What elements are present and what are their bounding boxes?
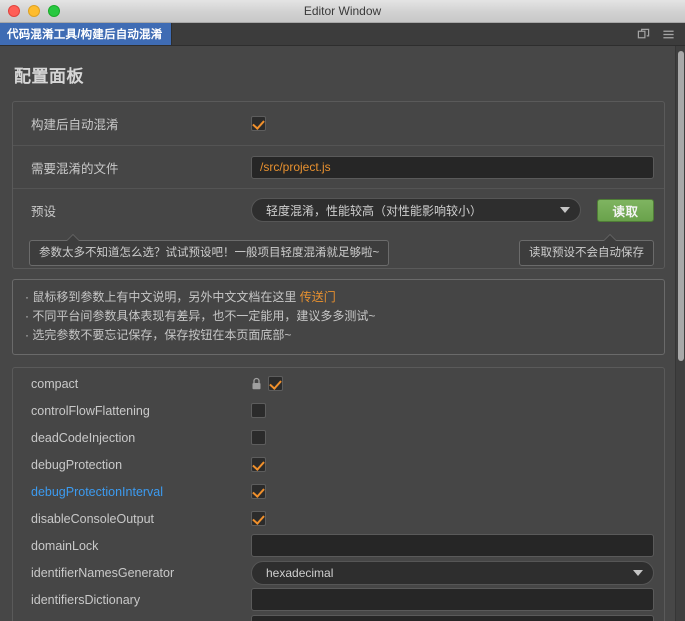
target-file-input[interactable]: /src/project.js	[251, 155, 654, 179]
property-checkbox[interactable]	[251, 484, 266, 500]
property-row-debugprotectioninterval: debugProtectionInterval	[13, 478, 664, 505]
property-row-disableconsoleoutput: disableConsoleOutput	[13, 505, 664, 532]
row-field: 轻度混淆，性能较高（对性能影响较小） 读取	[251, 198, 654, 222]
window-titlebar: Editor Window	[0, 0, 685, 23]
identifiernamesgenerator-dropdown[interactable]: hexadecimal	[251, 560, 654, 585]
preset-dropdown[interactable]: 轻度混淆，性能较高（对性能影响较小）	[251, 198, 581, 222]
tab-bar: 代码混淆工具/构建后自动混淆	[0, 23, 685, 46]
property-checkbox[interactable]	[251, 430, 266, 446]
property-field	[251, 484, 654, 500]
note-text: 选完参数不要忘记保存，保存按钮在本页面底部~	[32, 328, 292, 343]
row-field	[251, 116, 654, 131]
tooltip-no-autosave: 读取预设不会自动保存	[519, 233, 654, 267]
settings-scroll-pane: 配置面板 构建后自动混淆 需要混淆的文件 /src/project.js 预设	[0, 46, 675, 621]
chevron-down-icon	[633, 569, 643, 576]
tab-bar-spacer	[172, 23, 638, 45]
note-line: · 选完参数不要忘记保存，保存按钮在本页面底部~	[25, 326, 652, 345]
load-preset-button[interactable]: 读取	[597, 198, 654, 222]
property-field	[251, 534, 654, 558]
scrollbar-thumb[interactable]	[678, 51, 684, 361]
property-name[interactable]: identifierNamesGenerator	[31, 566, 251, 580]
lock-icon	[251, 377, 262, 390]
property-row-identifiersprefix: identifiersPrefix	[13, 613, 664, 621]
dropdown-value: hexadecimal	[266, 565, 334, 580]
properties-list: compact controlFlowFlattening deadCodeIn…	[12, 367, 665, 621]
content-area: 配置面板 构建后自动混淆 需要混淆的文件 /src/project.js 预设	[0, 46, 685, 621]
restore-window-icon[interactable]	[637, 28, 650, 41]
tab-bar-actions	[637, 23, 685, 45]
note-line: · 鼠标移到参数上有中文说明，另外中文文档在这里 传送门	[25, 288, 652, 307]
property-checkbox[interactable]	[251, 403, 266, 419]
property-field	[251, 457, 654, 473]
row-target-file: 需要混淆的文件 /src/project.js	[13, 145, 664, 188]
property-name[interactable]: debugProtection	[31, 458, 251, 472]
window-title: Editor Window	[303, 3, 382, 18]
property-row-compact: compact	[13, 370, 664, 397]
property-name[interactable]: identifiersDictionary	[31, 593, 251, 607]
hamburger-menu-icon[interactable]	[662, 28, 675, 41]
property-checkbox[interactable]	[268, 376, 283, 392]
property-name[interactable]: deadCodeInjection	[31, 431, 251, 445]
row-field: /src/project.js	[251, 155, 654, 179]
property-name[interactable]: domainLock	[31, 539, 251, 553]
property-row-deadcodeinjection: deadCodeInjection	[13, 424, 664, 451]
property-field	[251, 615, 654, 621]
maximize-window-icon[interactable]	[48, 5, 60, 17]
page-title: 配置面板	[14, 67, 84, 86]
config-group: 构建后自动混淆 需要混淆的文件 /src/project.js 预设 轻度混淆，…	[12, 101, 665, 270]
row-label: 预设	[31, 204, 57, 219]
vertical-scrollbar[interactable]	[675, 46, 685, 621]
domainlock-input[interactable]	[251, 534, 654, 558]
close-window-icon[interactable]	[8, 5, 20, 17]
identifiersprefix-input[interactable]	[251, 615, 654, 621]
property-field	[251, 403, 654, 419]
tooltip-preset-hint: 参数太多不知道怎么选？试试预设吧！一般项目轻度混淆就足够啦~	[29, 233, 390, 267]
docs-link[interactable]: 传送门	[300, 290, 336, 304]
property-name[interactable]: compact	[31, 377, 251, 391]
property-checkbox[interactable]	[251, 457, 266, 473]
property-row-domainlock: domainLock	[13, 532, 664, 559]
tab-obfuscator-tool[interactable]: 代码混淆工具/构建后自动混淆	[0, 23, 172, 45]
auto-obfuscate-checkbox[interactable]	[251, 116, 266, 131]
minimize-window-icon[interactable]	[28, 5, 40, 17]
property-row-debugprotection: debugProtection	[13, 451, 664, 478]
preset-dropdown-value: 轻度混淆，性能较高（对性能影响较小）	[266, 203, 483, 218]
property-field	[251, 511, 654, 527]
identifiersdictionary-input[interactable]	[251, 588, 654, 612]
chevron-down-icon	[560, 207, 570, 213]
property-row-identifiersdictionary: identifiersDictionary	[13, 586, 664, 613]
preset-tooltips: 参数太多不知道怎么选？试试预设吧！一般项目轻度混淆就足够啦~ 读取预设不会自动保…	[13, 231, 664, 268]
row-label: 需要混淆的文件	[31, 161, 119, 176]
property-field	[251, 430, 654, 446]
property-field	[251, 376, 654, 392]
row-auto-obfuscate: 构建后自动混淆	[13, 102, 664, 145]
row-preset: 预设 轻度混淆，性能较高（对性能影响较小） 读取	[13, 188, 664, 231]
traffic-light-group	[0, 5, 60, 17]
property-name[interactable]: debugProtectionInterval	[31, 485, 251, 499]
note-line: · 不同平台间参数具体表现有差异，也不一定能用，建议多多测试~	[25, 307, 652, 326]
property-field: hexadecimal	[251, 560, 654, 585]
row-label: 构建后自动混淆	[31, 118, 119, 132]
property-name[interactable]: disableConsoleOutput	[31, 512, 251, 526]
note-text: 不同平台间参数具体表现有差异，也不一定能用，建议多多测试~	[32, 309, 376, 324]
notes-box: · 鼠标移到参数上有中文说明，另外中文文档在这里 传送门 · 不同平台间参数具体…	[12, 279, 665, 356]
note-text: 鼠标移到参数上有中文说明，另外中文文档在这里	[32, 290, 300, 305]
property-field	[251, 588, 654, 612]
property-row-controlflowflattening: controlFlowFlattening	[13, 397, 664, 424]
property-name[interactable]: controlFlowFlattening	[31, 404, 251, 418]
property-row-identifiernamesgenerator: identifierNamesGenerator hexadecimal	[13, 559, 664, 586]
property-checkbox[interactable]	[251, 511, 266, 527]
